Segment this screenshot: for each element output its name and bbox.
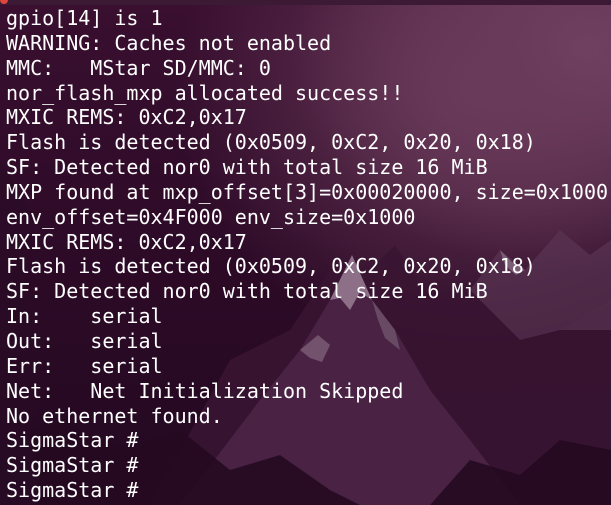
close-button[interactable] [0, 0, 8, 4]
terminal-line: nor_flash_mxp allocated success!! [6, 80, 404, 105]
terminal-line: SF: Detected nor0 with total size 16 MiB [6, 155, 488, 180]
window-title: ~ — ~ — — ~ — [427, 0, 501, 4]
terminal-line: MMC: MStar SD/MMC: 0 [6, 55, 271, 80]
terminal-line: MXP found at mxp_offset[3]=0x00020000, s… [6, 179, 609, 204]
title-bar: ~ — ~ — — ~ — [0, 0, 611, 5]
terminal-line: Err: serial [6, 353, 163, 378]
terminal-prompt: SigmaStar # [6, 428, 139, 453]
terminal-line: In: serial [6, 304, 163, 329]
terminal-line: WARNING: Caches not enabled [6, 30, 332, 55]
terminal-line: MXIC REMS: 0xC2,0x17 [6, 229, 247, 254]
terminal-line: env_offset=0x4F000 env_size=0x1000 [6, 204, 416, 229]
terminal-prompt: SigmaStar # [6, 453, 139, 478]
terminal-line: Out: serial [6, 328, 163, 353]
terminal-line: Net: Net Initialization Skipped [6, 378, 404, 403]
terminal-output[interactable]: gpio[14] is 1 WARNING: Caches not enabled… [6, 6, 609, 503]
terminal-window: ~ — ~ — — ~ — gpio[14] is 1WARNING: Cach… [0, 0, 611, 505]
terminal-line: SF: Detected nor0 with total size 16 MiB [6, 279, 488, 304]
terminal-line: Flash is detected (0x0509, 0xC2, 0x20, 0… [6, 254, 536, 279]
terminal-line: No ethernet found. [6, 403, 223, 428]
terminal-line: Flash is detected (0x0509, 0xC2, 0x20, 0… [6, 130, 536, 155]
terminal-prompt: SigmaStar # [6, 478, 139, 503]
terminal-line: MXIC REMS: 0xC2,0x17 [6, 105, 247, 130]
terminal-line: gpio[14] is 1 [6, 6, 163, 30]
